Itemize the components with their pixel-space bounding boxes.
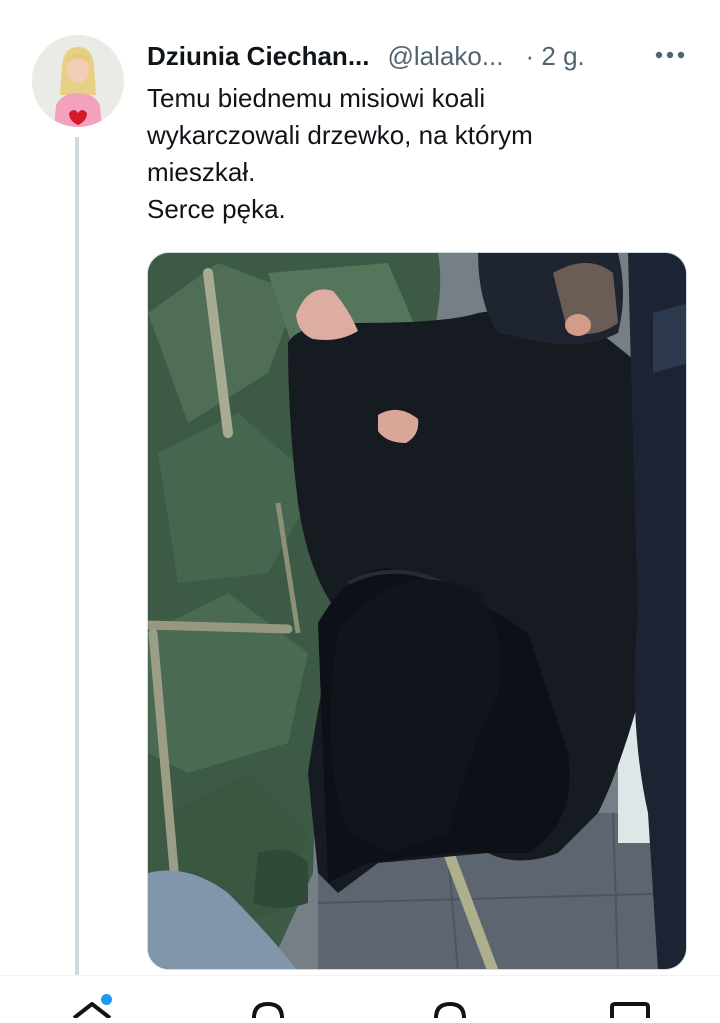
tweet-text: Temu biednemu misiowi koali wykarczowali… [147,80,687,228]
tweet-text-line: wykarczowali drzewko, na którym [147,120,533,150]
more-horizontal-icon [655,51,685,59]
nav-home[interactable] [70,994,114,1020]
thread-line [75,137,79,975]
communities-icon [434,1001,466,1019]
messages-icon [610,1002,650,1018]
nav-messages[interactable] [608,998,652,1018]
avatar-image [32,35,124,127]
tweet-text-line: mieszkał. [147,157,256,187]
tweet[interactable]: Dziunia Ciechan... @lalako... · 2 g. Tem… [0,0,720,975]
nav-communities[interactable] [428,998,472,1019]
author-display-name[interactable]: Dziunia Ciechan... [147,41,370,72]
tweet-timestamp[interactable]: · 2 g. [526,41,585,72]
tweet-photo[interactable] [147,252,687,970]
bottom-navigation [0,976,720,1020]
notification-dot [101,994,112,1005]
more-options-button[interactable] [652,40,688,70]
tweet-text-line: Temu biednemu misiowi koali [147,83,486,113]
search-icon [252,1001,284,1019]
photo [148,253,686,969]
tweet-header: Dziunia Ciechan... @lalako... · 2 g. [147,38,585,74]
tweet-text-line: Serce pęka. [147,194,286,224]
nav-search[interactable] [246,998,290,1019]
author-handle[interactable]: @lalako... [388,41,504,72]
avatar[interactable] [32,35,124,127]
